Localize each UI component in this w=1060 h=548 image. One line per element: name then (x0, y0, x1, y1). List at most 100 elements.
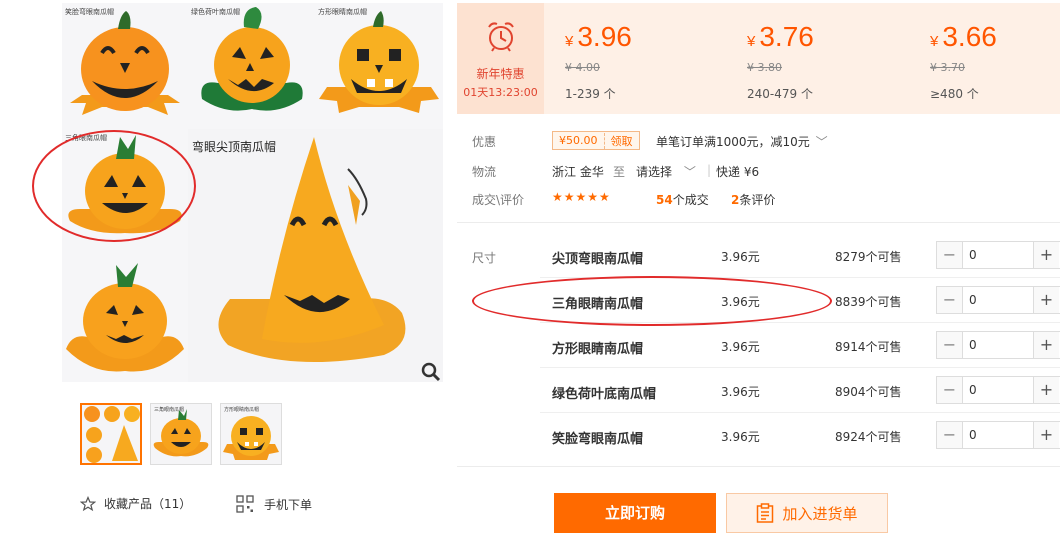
red-annotation-circle-gallery (32, 130, 196, 242)
shipping-fee: 快递 ¥6 (716, 165, 760, 179)
red-annotation-circle-sku (472, 276, 832, 326)
sku-row: 绿色荷叶底南瓜帽 3.96元 8904个可售 − + (540, 368, 1060, 413)
logistics-label: 物流 (472, 165, 497, 179)
alarm-clock-icon (488, 22, 514, 52)
currency-symbol: ¥ (565, 33, 574, 50)
tier-original-price: ¥ 3.70 (930, 61, 965, 74)
thumbnail-triangle-eyes-image: 三角眼南瓜帽 (153, 406, 209, 457)
review-count[interactable]: 2条评价 (731, 191, 775, 208)
quantity-input[interactable] (963, 242, 1033, 268)
destination-select-label: 请选择 (636, 165, 673, 179)
tier-original-price: ¥ 3.80 (747, 61, 782, 74)
favorite-product-button[interactable]: 收藏产品（11） (80, 495, 191, 512)
price-tier-2: ¥3.76 ¥ 3.80 240-479 个 (747, 21, 814, 101)
chevron-down-icon: ﹀ (815, 135, 828, 149)
chevron-down-icon: ﹀ (683, 165, 696, 179)
photo-tile-bell-hat (62, 255, 188, 382)
decrement-button[interactable]: − (937, 242, 963, 268)
coupon-badge[interactable]: ¥50.00 领取 (552, 131, 640, 150)
increment-button[interactable]: + (1033, 332, 1059, 358)
sku-stock: 8904个可售 (835, 385, 902, 399)
zoom-search-icon[interactable] (420, 361, 442, 383)
increment-button[interactable]: + (1033, 287, 1059, 313)
sku-price: 3.96元 (721, 430, 760, 444)
quantity-input[interactable] (963, 287, 1033, 313)
sku-name: 尖顶弯眼南瓜帽 (552, 252, 644, 267)
review-count-suffix: 条评价 (739, 193, 776, 207)
coupon-get-link[interactable]: 领取 (603, 132, 639, 149)
promo-countdown: 01天13:23:00 (463, 86, 538, 99)
coupon-label: 优惠 (472, 135, 497, 149)
sku-price: 3.96元 (721, 385, 760, 399)
deal-count[interactable]: 54个成交 (656, 191, 709, 208)
sku-price: 3.96元 (721, 250, 760, 264)
sku-stock: 8914个可售 (835, 340, 902, 354)
tier-original-price: ¥ 4.00 (565, 61, 600, 74)
favorite-label: 收藏产品（11） (104, 497, 192, 511)
thumbnail-square-eyes[interactable]: 方形眼睛南瓜帽 (220, 403, 282, 465)
sku-row: 笑脸弯眼南瓜帽 3.96元 8924个可售 − + (540, 413, 1060, 458)
pumpkin-leaf-hat-image (201, 7, 303, 111)
currency-symbol: ¥ (930, 33, 939, 50)
quantity-stepper: − + (936, 286, 1060, 314)
rating-stars: ★★★★★ (552, 190, 611, 204)
sku-row: 尖顶弯眼南瓜帽 3.96元 8279个可售 − + (540, 233, 1060, 278)
price-tier-3: ¥3.66 ¥ 3.70 ≥480 个 (930, 21, 997, 101)
coupon-description[interactable]: 单笔订单满1000元，减10元 ﹀ (656, 133, 828, 150)
quantity-input[interactable] (963, 422, 1033, 448)
sku-stock: 8839个可售 (835, 295, 902, 309)
tier-price: 3.76 (759, 21, 814, 52)
increment-button[interactable]: + (1033, 422, 1059, 448)
decrement-button[interactable]: − (937, 332, 963, 358)
thumbnail-square-eyes-image: 方形眼睛南瓜帽 (223, 406, 279, 460)
star-outline-icon (80, 495, 96, 511)
pumpkin-pointed-hat-image (218, 137, 406, 363)
photo-tile-smile-hat: 笑脸弯眼南瓜帽 (62, 3, 188, 129)
pumpkin-square-eyes-hat-image (319, 11, 439, 113)
clipboard-list-icon (757, 503, 774, 523)
increment-button[interactable]: + (1033, 377, 1059, 403)
tier-price: 3.96 (577, 21, 632, 52)
quantity-stepper: − + (936, 331, 1060, 359)
mobile-order-button[interactable]: 手机下单 (236, 495, 312, 513)
decrement-button[interactable]: − (937, 422, 963, 448)
buy-now-button[interactable]: 立即订购 (554, 493, 716, 533)
separator: | (707, 163, 712, 177)
pumpkin-bell-hat-image (66, 263, 184, 372)
pumpkin-smile-hat-image (70, 11, 180, 115)
size-label: 尺寸 (472, 251, 497, 265)
thumbnail-triangle-eyes[interactable]: 三角眼南瓜帽 (150, 403, 212, 465)
thumbnail-caption: 方形眼睛南瓜帽 (224, 406, 259, 413)
deal-count-suffix: 个成交 (672, 193, 709, 207)
destination-select[interactable]: 请选择 ﹀ (636, 163, 696, 180)
tier-quantity-range: ≥480 个 (930, 87, 979, 101)
quantity-input[interactable] (963, 377, 1033, 403)
new-year-promo: 新年特惠 01天13:23:00 (457, 3, 544, 114)
add-to-cart-button[interactable]: 加入进货单 (726, 493, 888, 533)
deal-count-number: 54 (656, 193, 673, 207)
shipping-to: 至 (613, 165, 626, 179)
quantity-stepper: − + (936, 421, 1060, 449)
shipping-origin: 浙江 金华 (552, 165, 604, 179)
quantity-input[interactable] (963, 332, 1033, 358)
section-divider (457, 466, 1060, 467)
decrement-button[interactable]: − (937, 287, 963, 313)
quantity-stepper: − + (936, 241, 1060, 269)
tile-caption: 笑脸弯眼南瓜帽 (65, 8, 114, 16)
increment-button[interactable]: + (1033, 242, 1059, 268)
tile-caption: 方形眼睛南瓜帽 (318, 8, 367, 16)
quantity-stepper: − + (936, 376, 1060, 404)
tier-quantity-range: 240-479 个 (747, 87, 813, 101)
promo-title: 新年特惠 (476, 67, 525, 81)
sku-name: 绿色荷叶底南瓜帽 (552, 387, 657, 402)
decrement-button[interactable]: − (937, 377, 963, 403)
qr-code-icon (236, 495, 254, 513)
coupon-description-text: 单笔订单满1000元，减10元 (656, 135, 810, 149)
sku-stock: 8924个可售 (835, 430, 902, 444)
sku-name: 笑脸弯眼南瓜帽 (552, 432, 644, 447)
thumbnail-collage[interactable] (80, 403, 142, 465)
tile-caption: 绿色荷叶南瓜帽 (191, 8, 240, 16)
sku-stock: 8279个可售 (835, 250, 902, 264)
sku-name: 方形眼睛南瓜帽 (552, 342, 644, 357)
deals-reviews-label: 成交\评价 (472, 193, 525, 207)
